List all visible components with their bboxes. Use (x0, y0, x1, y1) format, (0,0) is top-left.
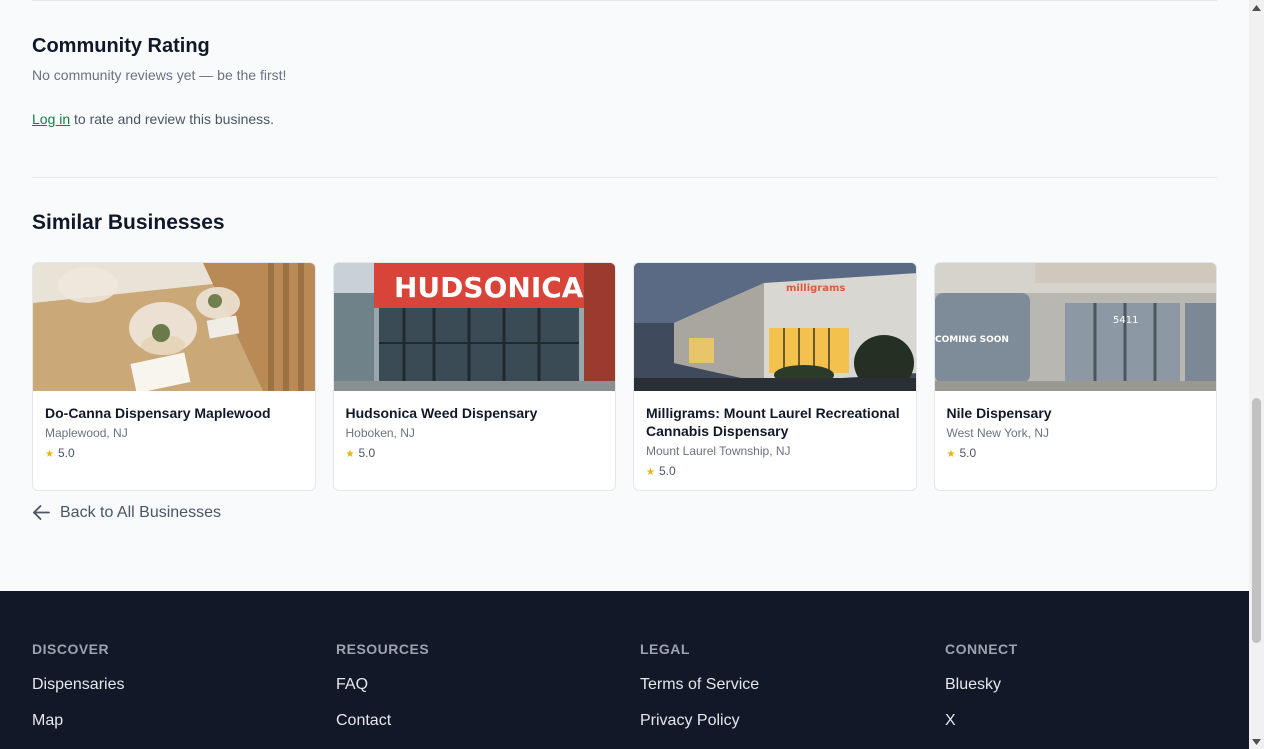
business-card-do-canna[interactable]: Do-Canna Dispensary Maplewood Maplewood,… (32, 262, 316, 491)
footer-discover: DISCOVER Dispensaries Map (32, 641, 124, 729)
footer: DISCOVER Dispensaries Map RESOURCES FAQ … (0, 591, 1249, 749)
rating-value: 5.0 (959, 446, 977, 460)
page: Community Rating No community reviews ye… (0, 0, 1249, 749)
footer-link-dispensaries[interactable]: Dispensaries (32, 676, 124, 693)
footer-heading: CONNECT (945, 641, 1018, 657)
business-photo: HUDSONICA (333, 263, 615, 391)
star-icon: ★ (946, 449, 956, 460)
business-photo: milligrams (634, 263, 916, 391)
login-prompt-text: to rate and review this business. (70, 111, 275, 127)
vertical-scrollbar[interactable] (1249, 0, 1264, 749)
business-card-milligrams[interactable]: milligrams Milligrams: Mount Laurel Recr… (633, 262, 917, 491)
business-location: Mount Laurel Township, NJ (646, 444, 791, 458)
business-name: Hudsonica Weed Dispensary (345, 405, 538, 421)
business-card-hudsonica[interactable]: HUDSONICA Hudsonica Weed Dispensary Hobo… (332, 262, 616, 491)
business-location: West New York, NJ (946, 426, 1049, 440)
business-name: Nile Dispensary (946, 405, 1052, 421)
hudsonica-sign: HUDSONICA (394, 271, 584, 304)
footer-link-x[interactable]: X (945, 712, 1018, 729)
similar-businesses-list: Do-Canna Dispensary Maplewood Maplewood,… (32, 262, 1217, 491)
footer-resources: RESOURCES FAQ Contact (336, 641, 429, 729)
community-rating-title: Community Rating (32, 35, 210, 57)
business-rating: ★ 5.0 (947, 445, 1205, 463)
divider (32, 0, 1217, 1)
footer-link-contact[interactable]: Contact (336, 712, 429, 729)
scrollbar-thumb[interactable] (1252, 398, 1261, 643)
milligrams-sign: milligrams (786, 283, 845, 294)
footer-link-terms[interactable]: Terms of Service (640, 676, 759, 693)
footer-connect: CONNECT Bluesky X (945, 641, 1018, 729)
footer-legal: LEGAL Terms of Service Privacy Policy (640, 641, 759, 729)
arrow-left-icon (33, 505, 50, 520)
star-icon: ★ (45, 449, 54, 460)
scroll-down-arrow-icon[interactable] (1249, 734, 1264, 749)
footer-heading: DISCOVER (32, 641, 110, 657)
footer-link-map[interactable]: Map (32, 712, 124, 729)
dispensary-interior-photo (33, 263, 315, 391)
coming-soon-sign: COMING SOON (935, 335, 1009, 345)
footer-heading: RESOURCES (336, 641, 430, 657)
rating-value: 5.0 (358, 446, 376, 460)
business-location: Maplewood, NJ (45, 426, 128, 440)
business-rating: ★ 5.0 (346, 445, 604, 463)
business-rating: ★ 5.0 (45, 445, 303, 463)
address-number: 5411 (1113, 315, 1138, 326)
business-name: Milligrams: Mount Laurel Recreational Ca… (646, 405, 900, 439)
footer-link-bluesky[interactable]: Bluesky (945, 676, 1018, 693)
business-photo: COMING SOON 5411 (934, 263, 1216, 391)
no-reviews-text: No community reviews yet — be the first! (32, 67, 287, 83)
rating-value: 5.0 (57, 446, 75, 460)
scroll-up-arrow-icon[interactable] (1249, 0, 1264, 15)
star-icon: ★ (345, 449, 355, 460)
storefront-photo: HUDSONICA (333, 263, 615, 391)
building-night-photo: milligrams (634, 263, 916, 391)
back-to-all-businesses-link[interactable]: Back to All Businesses (32, 503, 221, 522)
back-link-label: Back to All Businesses (60, 503, 221, 521)
login-prompt: Log in to rate and review this business. (32, 111, 274, 127)
business-rating: ★ 5.0 (646, 463, 904, 481)
footer-link-privacy[interactable]: Privacy Policy (640, 712, 759, 729)
star-icon: ★ (646, 467, 655, 478)
similar-businesses-title: Similar Businesses (32, 211, 225, 234)
footer-heading: LEGAL (640, 641, 690, 657)
divider (32, 177, 1217, 178)
business-card-nile[interactable]: COMING SOON 5411 Nile Dispensary West Ne… (933, 262, 1217, 491)
business-location: Hoboken, NJ (345, 426, 415, 440)
login-link[interactable]: Log in (32, 111, 70, 127)
rating-value: 5.0 (658, 464, 676, 478)
business-photo (33, 263, 315, 391)
business-name: Do-Canna Dispensary Maplewood (45, 405, 271, 421)
footer-link-faq[interactable]: FAQ (336, 676, 429, 693)
storefront-photo: COMING SOON 5411 (934, 263, 1216, 391)
